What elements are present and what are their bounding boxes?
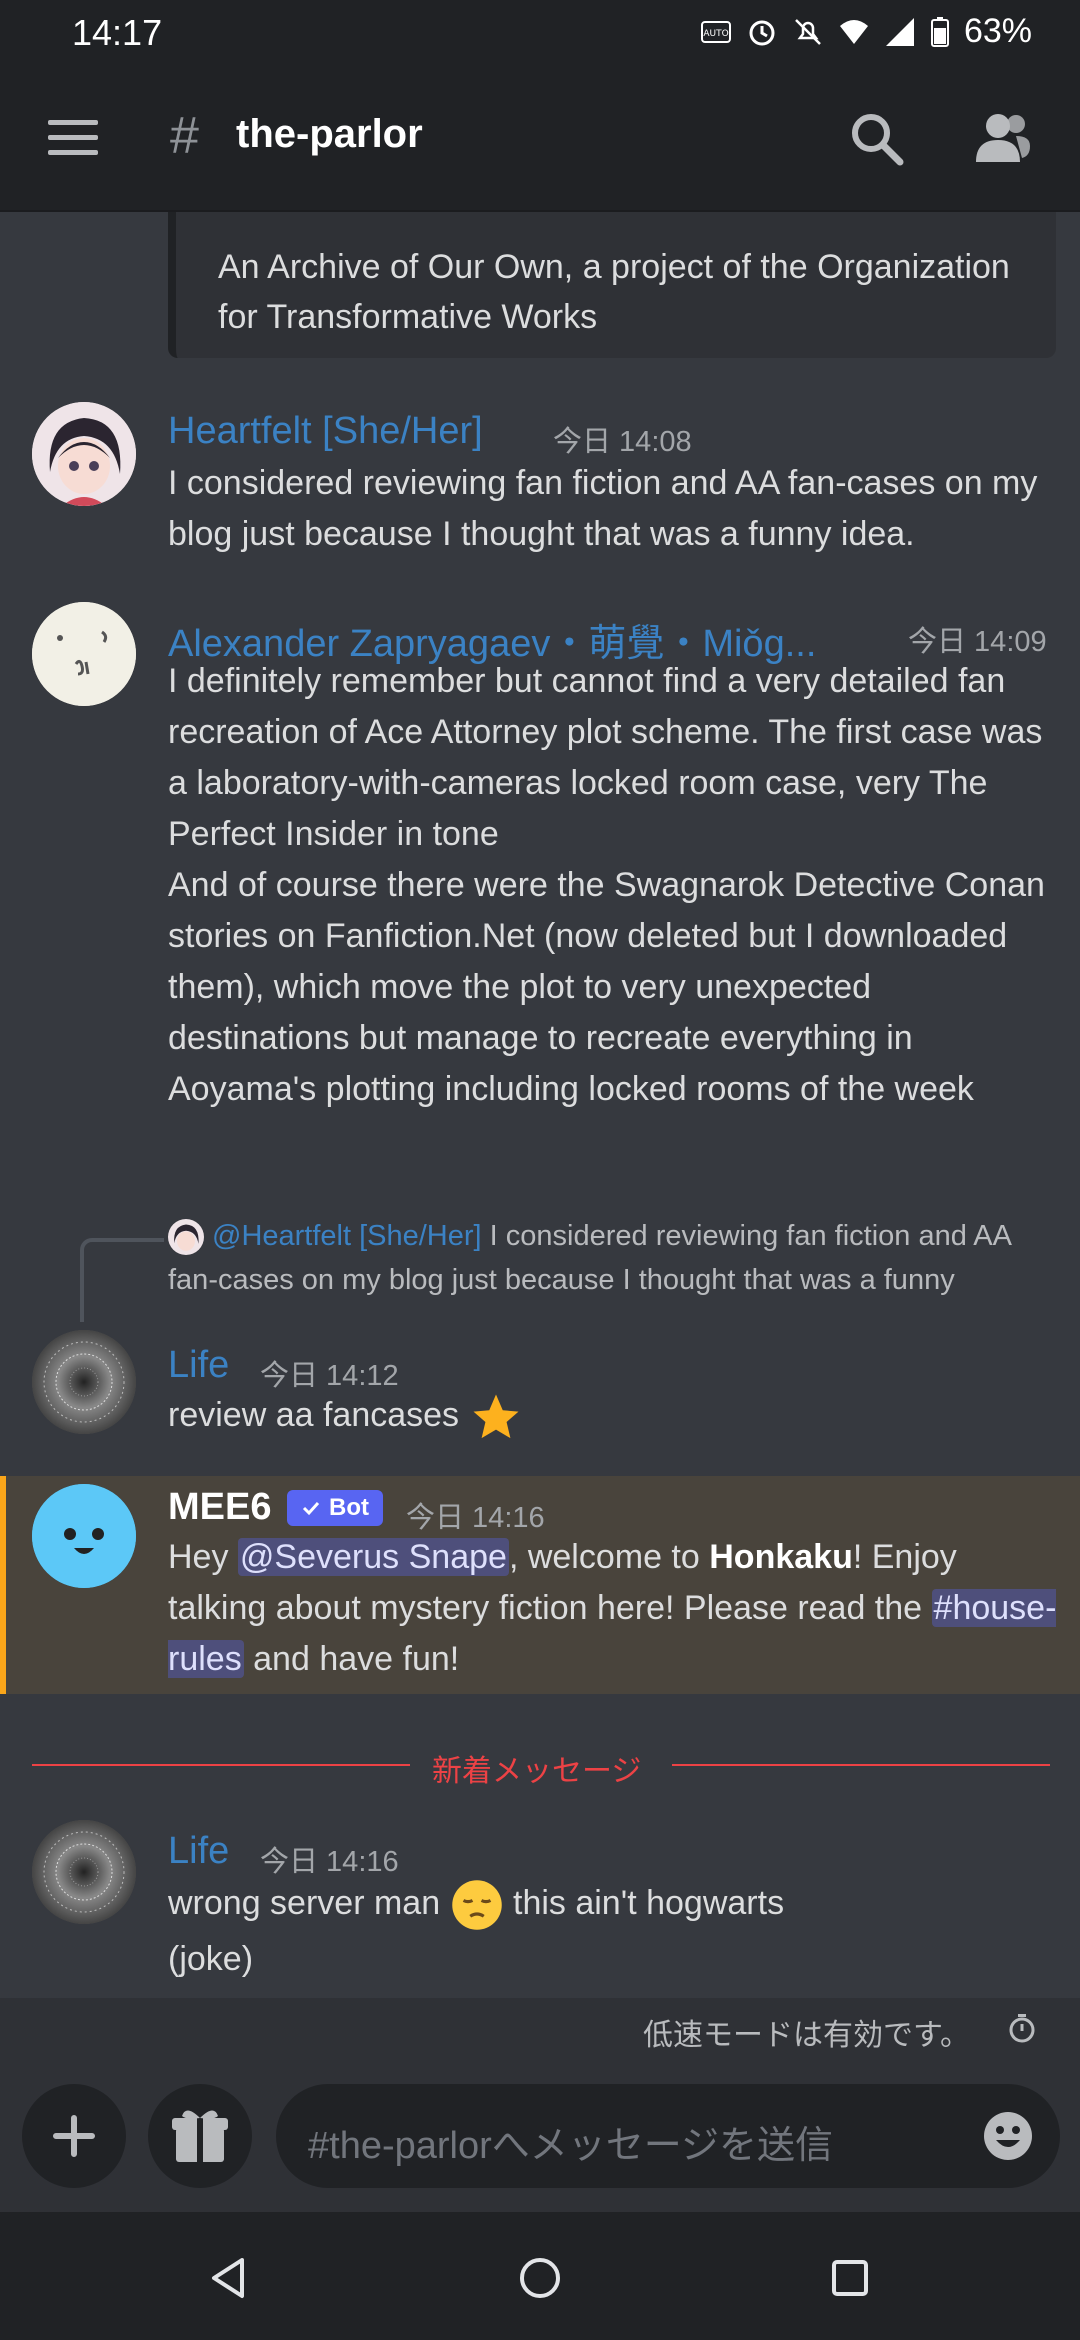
username[interactable]: Life: [168, 1344, 229, 1387]
channel-hash-icon: #: [170, 107, 199, 165]
message-text-part: this ain't hogwarts: [503, 1884, 785, 1922]
avatar[interactable]: [32, 1330, 136, 1434]
user-mention[interactable]: @Severus Snape: [237, 1538, 509, 1576]
message-composer: #the-parlorへメッセージを送信: [0, 2060, 1080, 2212]
mute-icon: [795, 18, 821, 45]
alarm-icon: [749, 20, 775, 45]
message-list[interactable]: An Archive of Our Own, a project of the …: [0, 212, 1080, 1998]
star-emoji-icon: [473, 1394, 518, 1439]
back-icon[interactable]: [208, 2256, 248, 2300]
timestamp: 今日 14:08: [553, 426, 692, 458]
recents-icon[interactable]: [830, 2258, 870, 2298]
link-embed[interactable]: An Archive of Our Own, a project of the …: [168, 212, 1056, 358]
check-icon: [302, 1501, 320, 1516]
message-text-part: Hey: [168, 1538, 238, 1576]
system-navbar: [0, 2212, 1080, 2340]
avatar-mee6-image: [32, 1484, 136, 1588]
channel-header: # the-parlor: [0, 66, 1080, 212]
channel-title: the-parlor: [236, 112, 423, 156]
divider-line-right: [672, 1764, 1050, 1766]
message-text-content: review aa fancases: [168, 1396, 460, 1434]
timestamp: 今日 14:16: [406, 1502, 545, 1534]
avatar[interactable]: [32, 602, 136, 706]
reply-username[interactable]: @Heartfelt [She/Her]: [212, 1220, 482, 1252]
avatar-heartfelt-image: [32, 402, 136, 506]
message-text-continued: And of course there were the Swagnarok D…: [168, 866, 1045, 1108]
message-mee6-highlighted[interactable]: MEE6 Bot 今日 14:16 Hey @Severus Snape, we…: [0, 1476, 1080, 1694]
pensive-face-emoji-icon: [451, 1880, 502, 1930]
embed-description: An Archive of Our Own, a project of the …: [218, 248, 1010, 336]
avatar-life-image: [32, 1820, 136, 1924]
avatar-alexander-image: [32, 602, 136, 706]
timestamp: 今日 14:09: [908, 626, 1047, 658]
battery-icon: [930, 16, 949, 47]
bot-badge-label: Bot: [329, 1494, 369, 1521]
avatar[interactable]: [32, 1484, 136, 1588]
message-text: wrong server man this ain't hogwarts: [168, 1878, 1058, 1932]
divider-line-left: [32, 1764, 410, 1766]
divider-label: 新着メッセージ: [432, 1755, 642, 1788]
search-icon[interactable]: [848, 110, 904, 166]
auto-hdr-icon: AUTO: [700, 20, 731, 43]
message-text: I considered reviewing fan fiction and A…: [168, 464, 1038, 553]
message-text: I definitely remember but cannot find a …: [168, 662, 1043, 853]
plus-icon: [53, 2115, 95, 2157]
gift-button[interactable]: [148, 2084, 252, 2188]
server-name: Honkaku: [709, 1538, 853, 1576]
reply-avatar: [168, 1219, 204, 1256]
signal-icon: [885, 17, 914, 46]
message-text: review aa fancases: [168, 1390, 1058, 1444]
stopwatch-icon: [1009, 2014, 1035, 2043]
battery-percent: 63%: [963, 12, 1032, 50]
reply-preview[interactable]: @Heartfelt [She/Her] I considered review…: [168, 1214, 1048, 1302]
username[interactable]: Life: [168, 1830, 229, 1873]
avatar[interactable]: [32, 1820, 136, 1924]
username[interactable]: MEE6: [168, 1486, 271, 1529]
message-text-part: and have fun!: [243, 1640, 460, 1678]
status-time: 14:17: [72, 12, 163, 53]
slowmode-text: 低速モードは有効です。: [643, 2019, 970, 2052]
status-bar: 14:17 AUTO 63%: [0, 0, 1080, 66]
emoji-picker-icon[interactable]: [982, 2110, 1034, 2162]
avatar-life-image: [32, 1330, 136, 1434]
timestamp: 今日 14:16: [260, 1846, 399, 1878]
status-icons: AUTO 63%: [700, 12, 1032, 51]
message-text-part: wrong server man: [168, 1884, 450, 1922]
slowmode-bar: 低速モードは有効です。: [0, 1998, 1080, 2060]
username[interactable]: Heartfelt [She/Her]: [168, 410, 483, 453]
message-text-continued: (joke): [168, 1940, 254, 1978]
bot-badge: Bot: [287, 1490, 383, 1526]
avatar[interactable]: [32, 402, 136, 506]
wifi-icon: [839, 19, 868, 44]
message-input-placeholder: #the-parlorへメッセージを送信: [308, 2125, 834, 2167]
message-text-part: , welcome to: [508, 1538, 710, 1576]
gift-icon: [172, 2110, 228, 2162]
home-icon[interactable]: [518, 2256, 562, 2300]
timestamp: 今日 14:12: [260, 1360, 399, 1392]
message-input[interactable]: #the-parlorへメッセージを送信: [276, 2084, 1060, 2188]
members-icon[interactable]: [972, 110, 1032, 166]
message-text: Hey @Severus Snape, welcome to Honkaku! …: [168, 1532, 1058, 1685]
menu-icon[interactable]: [48, 118, 98, 158]
reply-connector: [80, 1238, 164, 1322]
new-messages-divider: 新着メッセージ: [0, 1742, 1080, 1788]
attach-button[interactable]: [22, 2084, 126, 2188]
svg-text:AUTO: AUTO: [703, 29, 728, 39]
